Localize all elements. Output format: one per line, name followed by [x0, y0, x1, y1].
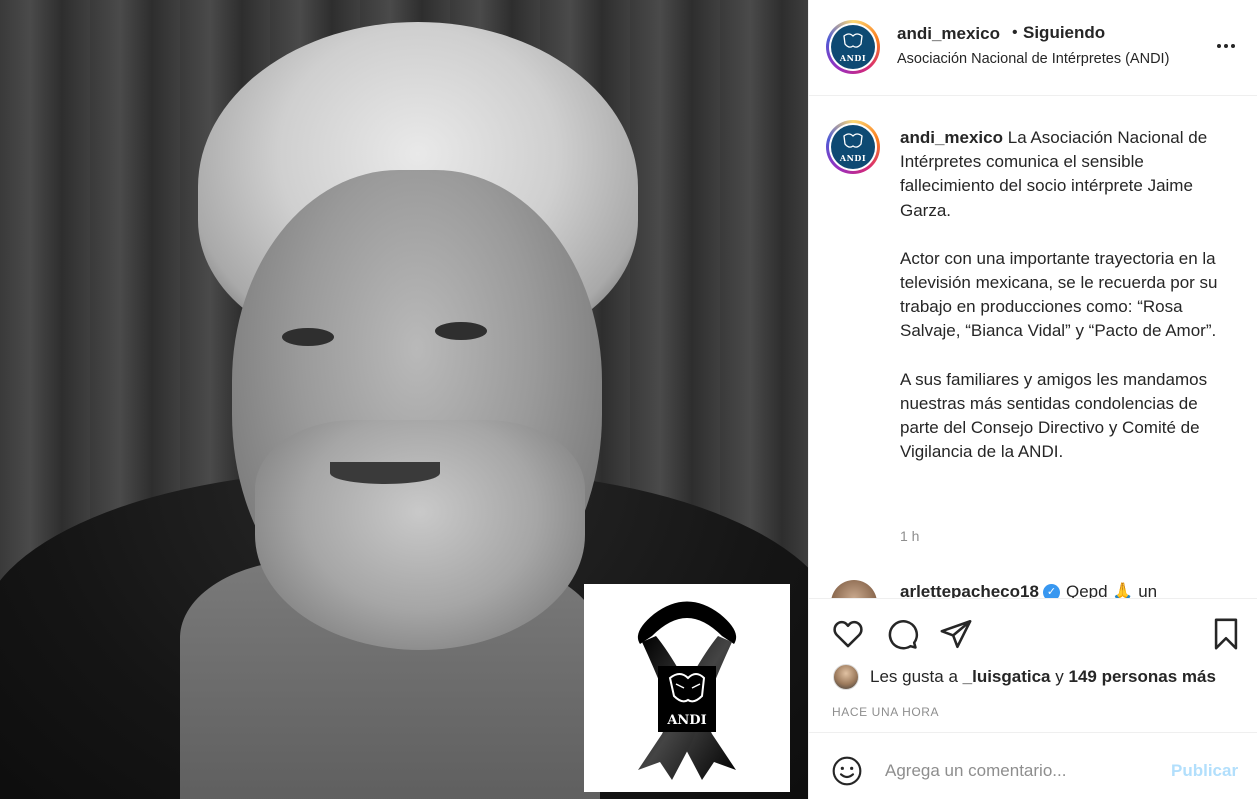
more-options-icon[interactable] [1214, 34, 1238, 58]
emoji-smiley-icon[interactable] [831, 755, 863, 787]
caption-avatar[interactable]: ANDI [826, 120, 880, 174]
header-dot: • [1012, 24, 1018, 41]
likes-conjunction: y [1055, 667, 1064, 686]
caption-time[interactable]: 1 h [900, 528, 919, 544]
post-comment-button[interactable]: Publicar [1171, 761, 1238, 781]
verified-badge-icon: ✓ [1043, 584, 1060, 598]
photo-beard [255, 420, 585, 650]
avatar-logo-text: ANDI [839, 53, 867, 63]
post-image[interactable]: ANDI [0, 0, 808, 799]
mourning-ribbon-icon: ANDI [637, 601, 737, 780]
likes-others[interactable]: 149 personas más [1068, 667, 1215, 687]
caption-paragraph-2: Actor con una importante trayectoria en … [900, 248, 1218, 341]
comments-scroll-area[interactable]: ANDI andi_mexico La Asociación Nacional … [809, 96, 1257, 598]
caption-username[interactable]: andi_mexico [900, 128, 1003, 147]
photo-eye-left [282, 328, 334, 346]
commenter-username[interactable]: arlettepacheco18 [900, 582, 1039, 598]
comment-bubble-icon[interactable] [885, 617, 919, 651]
svg-text:ANDI: ANDI [666, 713, 706, 728]
share-paper-plane-icon[interactable] [939, 617, 973, 651]
profile-avatar[interactable]: ANDI [826, 20, 880, 74]
following-button[interactable]: Siguiendo [1023, 23, 1105, 43]
header-subtitle[interactable]: Asociación Nacional de Intérpretes (ANDI… [897, 51, 1169, 67]
photo-mouth [330, 462, 440, 484]
mourning-ribbon-card: ANDI [584, 584, 790, 792]
andi-mask-icon [843, 33, 863, 48]
post-header: ANDI andi_mexico • Siguiendo Asociación … [809, 0, 1257, 96]
comment-input[interactable] [885, 753, 1165, 789]
caption-paragraph-3: A sus familiares y amigos les mandamos n… [900, 369, 1208, 462]
save-bookmark-icon[interactable] [1209, 617, 1243, 651]
commenter-avatar[interactable] [831, 580, 877, 598]
comment-item: arlettepacheco18 ✓ Qepd 🙏 un [831, 580, 1251, 598]
post-caption: andi_mexico La Asociación Nacional de In… [900, 126, 1220, 464]
photo-eye-right [435, 322, 487, 340]
andi-mask-icon [843, 133, 863, 148]
post-timestamp[interactable]: HACE UNA HORA [832, 705, 939, 719]
likes-prefix: Les gusta a [870, 667, 958, 686]
header-username[interactable]: andi_mexico [897, 24, 1000, 44]
liker-username[interactable]: _luisgatica [963, 667, 1051, 687]
like-heart-icon[interactable] [831, 617, 865, 651]
post-actions: Les gusta a _luisgatica y 149 personas m… [809, 598, 1257, 732]
post-side-panel: ANDI andi_mexico • Siguiendo Asociación … [808, 0, 1257, 799]
add-comment-bar: Publicar [809, 732, 1257, 799]
liker-avatar[interactable] [833, 664, 859, 690]
comment-text: Qepd 🙏 un [1066, 582, 1158, 598]
likes-summary: Les gusta a _luisgatica y 149 personas m… [833, 664, 1216, 690]
avatar-logo-text: ANDI [839, 153, 867, 163]
